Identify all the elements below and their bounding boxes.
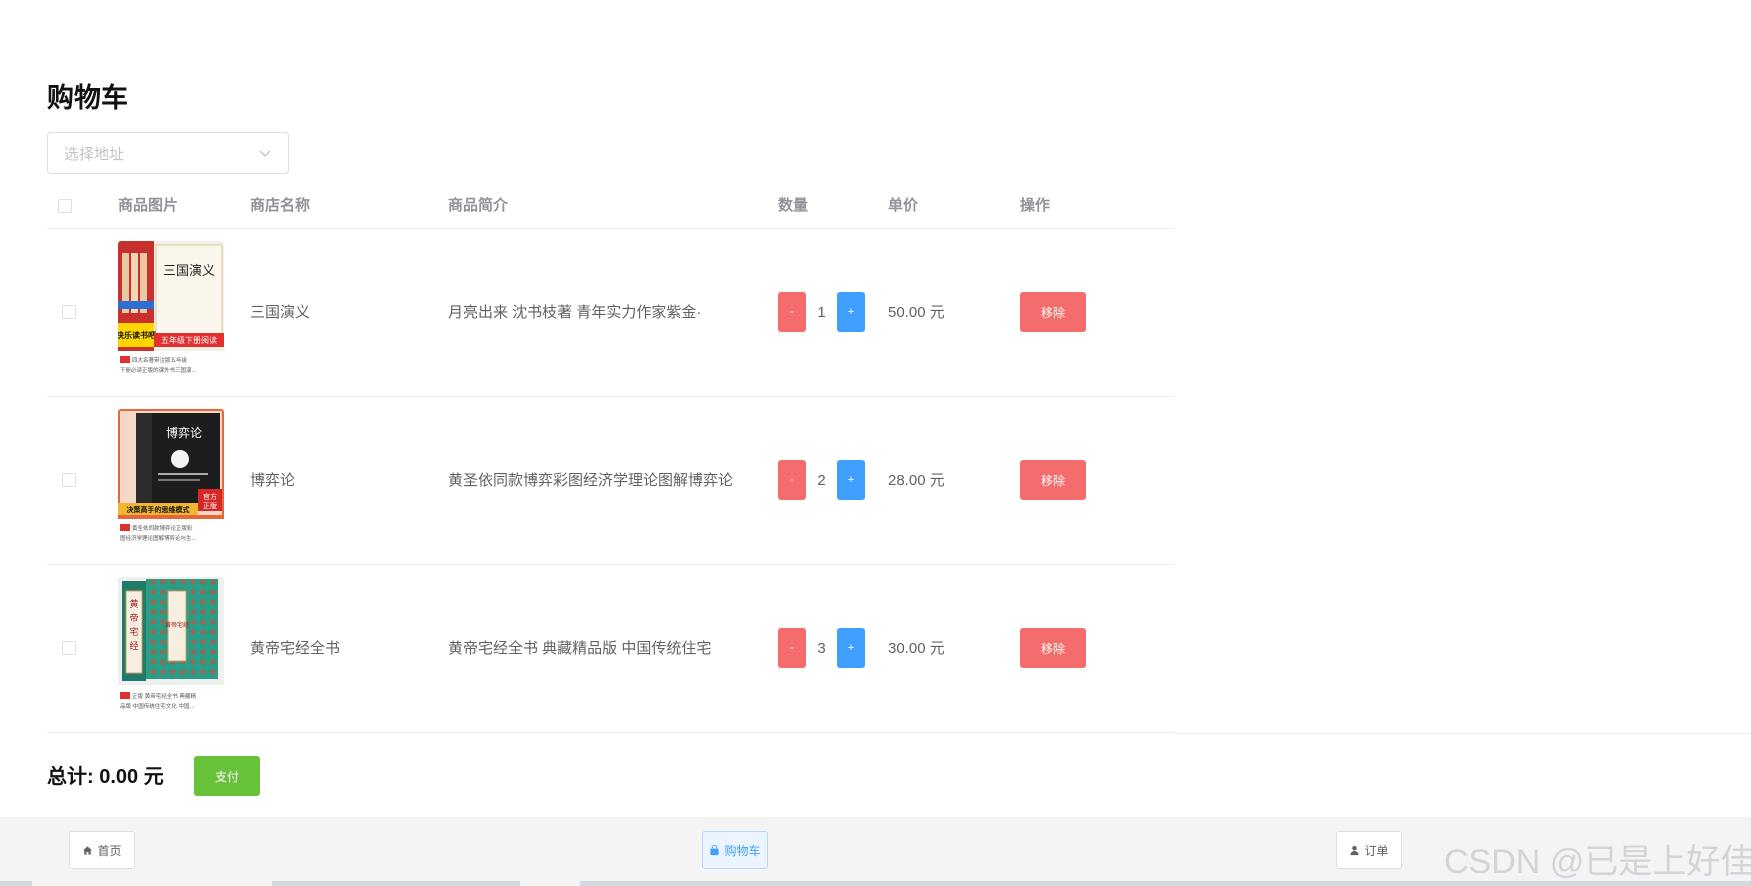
product-image: 黄 帝 宅 经 黄帝宅经 正版 黄帝宅经全书 典藏精 品版 中国传统住宅文化 中…	[118, 577, 224, 717]
row-checkbox[interactable]	[62, 473, 76, 487]
select-all-checkbox[interactable]	[58, 199, 72, 213]
svg-text:黄圣依同款博弈论正版彩: 黄圣依同款博弈论正版彩	[132, 524, 193, 532]
address-select[interactable]: 选择地址	[47, 132, 289, 174]
svg-text:三国演义: 三国演义	[163, 263, 215, 279]
svg-text:帝: 帝	[129, 612, 138, 624]
svg-text:官方: 官方	[203, 492, 217, 501]
quantity-value: 2	[817, 472, 826, 489]
svg-text:黄帝宅经: 黄帝宅经	[165, 621, 189, 629]
header-shop: 商店名称	[250, 197, 311, 214]
page-title: 购物车	[47, 83, 128, 113]
cart-table: 商品图片 商店名称 商品简介 数量 单价 操作 三国演义 快乐读书吧 五年级下册…	[47, 184, 1175, 733]
product-description: 月亮出来 沈书枝著 青年实力作家紫金·	[448, 304, 702, 321]
quantity-value: 3	[817, 640, 826, 657]
shopping-bag-icon	[710, 844, 720, 855]
divider	[1175, 733, 1751, 734]
header-quantity: 数量	[778, 197, 809, 214]
svg-text:图经济学理论图解博弈论与生...: 图经济学理论图解博弈论与生...	[120, 534, 197, 542]
table-row: 黄 帝 宅 经 黄帝宅经 正版 黄帝宅经全书 典藏精 品版 中国传统住宅文化 中…	[47, 565, 1175, 733]
unit-price: 28.00 元	[888, 472, 945, 489]
increase-quantity-button[interactable]: +	[837, 460, 865, 500]
remove-button[interactable]: 移除	[1020, 460, 1086, 500]
table-row: 博弈论 官方 正版 决策高手的思维模式 黄圣依同款博弈论正版彩 图经济学理论图解…	[47, 397, 1175, 565]
user-icon	[1350, 845, 1360, 855]
home-icon	[83, 845, 93, 855]
svg-text:正版 黄帝宅经全书 典藏精: 正版 黄帝宅经全书 典藏精	[132, 692, 196, 700]
shop-name: 博弈论	[250, 472, 296, 489]
svg-text:决策高手的思维模式: 决策高手的思维模式	[127, 505, 190, 514]
svg-text:快乐读书吧: 快乐读书吧	[118, 330, 156, 340]
nav-cart-label: 购物车	[724, 843, 761, 858]
unit-price: 50.00 元	[888, 304, 945, 321]
product-image: 三国演义 快乐读书吧 五年级下册阅读 四大名著带注版五年级 下册必读正版的课外书…	[118, 241, 224, 381]
row-checkbox[interactable]	[62, 641, 76, 655]
pay-button[interactable]: 支付	[194, 756, 260, 796]
svg-text:博弈论: 博弈论	[166, 425, 202, 440]
product-description: 黄圣依同款博弈彩图经济学理论图解博弈论	[448, 472, 734, 489]
svg-text:四大名著带注版五年级: 四大名著带注版五年级	[132, 356, 188, 364]
increase-quantity-button[interactable]: +	[837, 292, 865, 332]
nav-home-label: 首页	[97, 843, 122, 858]
nav-home-button[interactable]: 首页	[69, 831, 135, 869]
watermark: CSDN @已是上好佳	[1444, 843, 1751, 881]
chevron-down-icon	[259, 150, 271, 157]
header-actions: 操作	[1020, 197, 1051, 214]
remove-button[interactable]: 移除	[1020, 628, 1086, 668]
shop-name: 黄帝宅经全书	[250, 640, 341, 657]
decrease-quantity-button[interactable]: -	[778, 628, 806, 668]
header-description: 商品简介	[448, 197, 509, 214]
decrease-quantity-button[interactable]: -	[778, 292, 806, 332]
svg-text:黄: 黄	[129, 598, 138, 610]
product-image: 博弈论 官方 正版 决策高手的思维模式 黄圣依同款博弈论正版彩 图经济学理论图解…	[118, 409, 224, 549]
svg-text:下册必读正版的课外书三国演...: 下册必读正版的课外书三国演...	[120, 366, 197, 374]
total-amount: 总计: 0.00 元	[47, 766, 164, 788]
svg-text:品版 中国传统住宅文化 中国...: 品版 中国传统住宅文化 中国...	[120, 702, 195, 710]
address-select-placeholder: 选择地址	[64, 145, 125, 163]
shop-name: 三国演义	[250, 304, 311, 321]
nav-cart-button[interactable]: 购物车	[702, 831, 768, 869]
increase-quantity-button[interactable]: +	[837, 628, 865, 668]
table-header: 商品图片 商店名称 商品简介 数量 单价 操作	[47, 184, 1175, 229]
svg-text:宅: 宅	[129, 626, 138, 638]
bottom-scrollbar[interactable]	[0, 881, 1751, 886]
nav-orders-label: 订单	[1364, 843, 1389, 858]
unit-price: 30.00 元	[888, 640, 945, 657]
svg-text:正版: 正版	[203, 501, 217, 510]
product-description: 黄帝宅经全书 典藏精品版 中国传统住宅	[448, 640, 712, 657]
remove-button[interactable]: 移除	[1020, 292, 1086, 332]
header-price: 单价	[888, 197, 919, 214]
header-image: 商品图片	[118, 197, 179, 214]
svg-text:经: 经	[129, 640, 138, 652]
decrease-quantity-button[interactable]: -	[778, 460, 806, 500]
quantity-value: 1	[817, 304, 826, 321]
svg-text:五年级下册阅读: 五年级下册阅读	[161, 335, 217, 345]
table-row: 三国演义 快乐读书吧 五年级下册阅读 四大名著带注版五年级 下册必读正版的课外书…	[47, 229, 1175, 397]
row-checkbox[interactable]	[62, 305, 76, 319]
nav-orders-button[interactable]: 订单	[1336, 831, 1402, 869]
